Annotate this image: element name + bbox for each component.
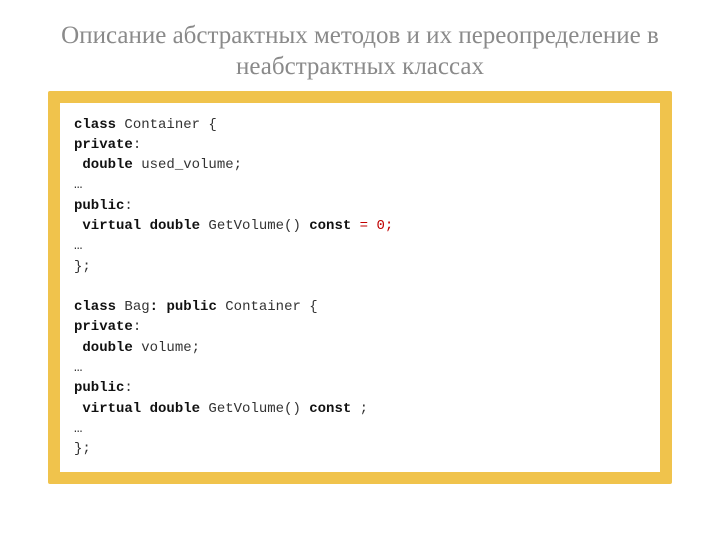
code-text: :: [124, 380, 132, 396]
code-frame: class Container { private: double used_v…: [48, 91, 672, 484]
code-blank: [74, 279, 82, 295]
code-block: class Container { private: double used_v…: [60, 103, 660, 472]
keyword: public: [74, 380, 124, 396]
slide-title: Описание абстрактных методов и их переоп…: [0, 0, 720, 91]
pure-virtual-marker: = 0;: [360, 218, 394, 234]
code-text: …: [74, 238, 82, 254]
code-text: :: [133, 319, 141, 335]
keyword: const: [309, 401, 351, 417]
code-text: used_volume;: [133, 157, 242, 173]
keyword: private: [74, 137, 133, 153]
keyword: class: [74, 299, 116, 315]
code-text: Bag: [116, 299, 150, 315]
code-text: [351, 218, 359, 234]
keyword: public: [74, 198, 124, 214]
keyword: class: [74, 117, 116, 133]
code-text: :: [133, 137, 141, 153]
keyword: :: [150, 299, 158, 315]
code-text: ;: [351, 401, 368, 417]
code-text: GetVolume(): [200, 218, 309, 234]
keyword: private: [74, 319, 133, 335]
code-text: :: [124, 198, 132, 214]
code-text: };: [74, 259, 91, 275]
code-text: …: [74, 177, 82, 193]
code-text: Container {: [116, 117, 217, 133]
code-text: …: [74, 421, 82, 437]
keyword: double: [74, 340, 133, 356]
keyword: virtual double: [74, 401, 200, 417]
keyword: double: [74, 157, 133, 173]
code-text: Container {: [217, 299, 318, 315]
code-text: };: [74, 441, 91, 457]
keyword: virtual double: [74, 218, 200, 234]
code-text: GetVolume(): [200, 401, 309, 417]
code-text: volume;: [133, 340, 200, 356]
code-text: …: [74, 360, 82, 376]
keyword: const: [309, 218, 351, 234]
keyword: public: [166, 299, 216, 315]
